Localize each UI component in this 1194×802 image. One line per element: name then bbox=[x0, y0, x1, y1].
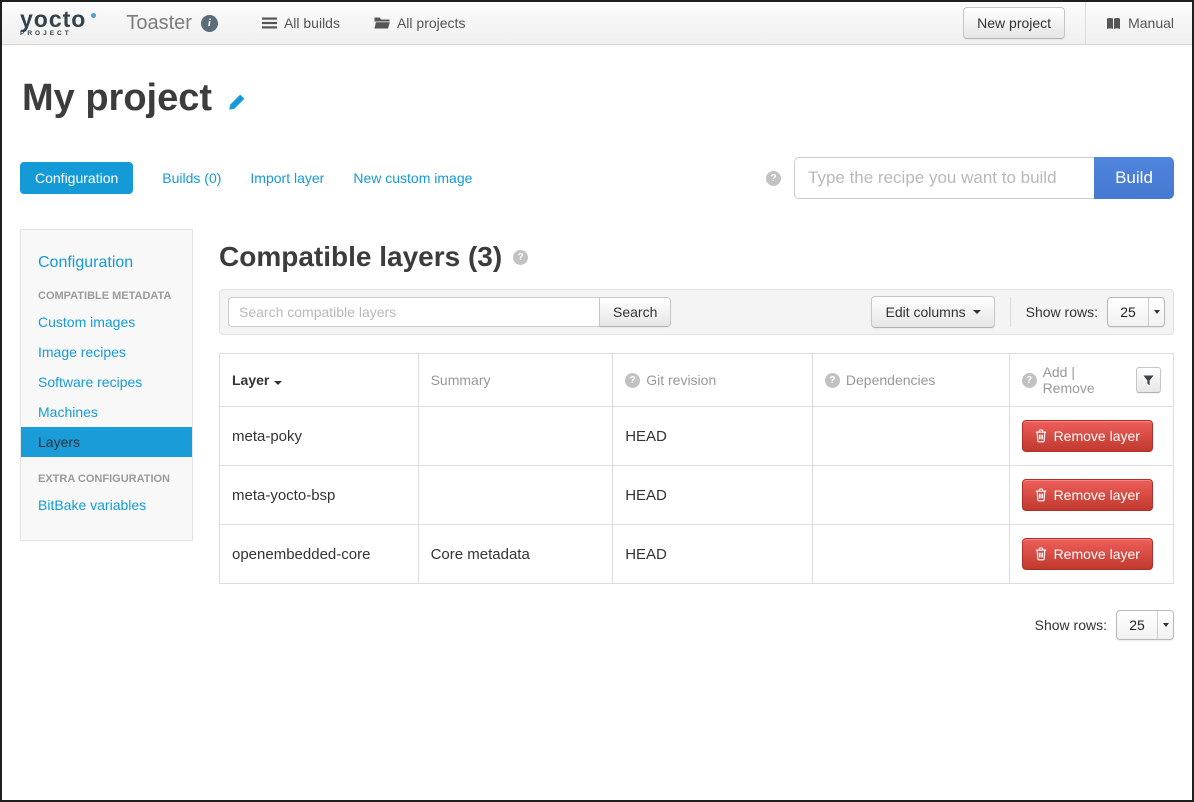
column-header-layer[interactable]: Layer bbox=[220, 354, 419, 407]
help-icon[interactable]: ? bbox=[1022, 373, 1037, 388]
git-revision-cell: HEAD bbox=[613, 466, 813, 525]
toolbar-divider bbox=[1010, 297, 1011, 327]
page-title-row: My project bbox=[22, 77, 1174, 120]
dependencies-cell bbox=[812, 466, 1009, 525]
table-toolbar: Search Edit columns Show rows: 25 bbox=[219, 289, 1174, 335]
search-button[interactable]: Search bbox=[599, 297, 671, 327]
show-rows-label: Show rows: bbox=[1026, 304, 1098, 320]
yocto-logo[interactable]: yocto PROJECT bbox=[20, 10, 96, 37]
show-rows-select[interactable]: 25 bbox=[1107, 297, 1165, 327]
sidebar-section-compatible-metadata: COMPATIBLE METADATA bbox=[21, 274, 192, 307]
table-row: meta-yocto-bsp HEAD bbox=[220, 466, 1174, 525]
dependencies-cell bbox=[812, 407, 1009, 466]
trash-icon bbox=[1035, 429, 1047, 443]
config-sidebar: Configuration COMPATIBLE METADATA Custom… bbox=[20, 229, 193, 541]
column-header-git-revision: ?Git revision bbox=[613, 354, 813, 407]
table-row: openembedded-core Core metadata HEAD bbox=[220, 525, 1174, 584]
edit-pencil-icon[interactable] bbox=[227, 93, 246, 112]
search-input[interactable] bbox=[228, 297, 600, 327]
logo-dot-icon bbox=[91, 13, 96, 18]
logo-subtext: PROJECT bbox=[20, 30, 72, 37]
layer-name-cell[interactable]: meta-poky bbox=[220, 407, 419, 466]
sidebar-item-software-recipes[interactable]: Software recipes bbox=[21, 367, 192, 397]
book-icon bbox=[1106, 17, 1121, 30]
summary-cell: Core metadata bbox=[418, 525, 613, 584]
sidebar-item-image-recipes[interactable]: Image recipes bbox=[21, 337, 192, 367]
build-form: ? Build bbox=[766, 157, 1174, 199]
app-name: Toaster bbox=[126, 12, 192, 35]
sidebar-item-configuration[interactable]: Configuration bbox=[21, 246, 192, 274]
page-title: My project bbox=[22, 77, 212, 120]
nav-all-projects-label: All projects bbox=[397, 15, 465, 31]
list-icon bbox=[262, 17, 277, 29]
layer-name-cell[interactable]: meta-yocto-bsp bbox=[220, 466, 419, 525]
dependencies-cell bbox=[812, 525, 1009, 584]
layer-name-cell[interactable]: openembedded-core bbox=[220, 525, 419, 584]
tab-builds[interactable]: Builds (0) bbox=[162, 170, 221, 186]
trash-icon bbox=[1035, 547, 1047, 561]
caret-down-icon bbox=[973, 310, 981, 314]
tab-configuration[interactable]: Configuration bbox=[20, 162, 133, 194]
sort-caret-icon bbox=[274, 381, 282, 385]
sidebar-item-bitbake-variables[interactable]: BitBake variables bbox=[21, 490, 192, 520]
show-rows-select[interactable]: 25 bbox=[1116, 610, 1174, 640]
chevron-down-icon bbox=[1157, 611, 1173, 639]
filter-icon bbox=[1143, 375, 1154, 386]
sidebar-item-custom-images[interactable]: Custom images bbox=[21, 307, 192, 337]
navbar-divider bbox=[1085, 2, 1086, 45]
sidebar-item-machines[interactable]: Machines bbox=[21, 397, 192, 427]
remove-layer-button[interactable]: Remove layer bbox=[1022, 538, 1153, 570]
section-title: Compatible layers (3) bbox=[219, 241, 502, 273]
logo-text: yocto bbox=[20, 10, 86, 29]
summary-cell bbox=[418, 407, 613, 466]
new-project-button[interactable]: New project bbox=[963, 7, 1065, 39]
nav-manual[interactable]: Manual bbox=[1106, 15, 1174, 31]
tab-new-custom-image[interactable]: New custom image bbox=[353, 170, 472, 186]
info-icon[interactable]: i bbox=[201, 15, 218, 32]
help-icon[interactable]: ? bbox=[766, 171, 781, 186]
tab-import-layer[interactable]: Import layer bbox=[250, 170, 324, 186]
remove-layer-button[interactable]: Remove layer bbox=[1022, 420, 1153, 452]
table-header-row: Layer Summary ?Git revision ?Dependencie… bbox=[220, 354, 1174, 407]
git-revision-cell: HEAD bbox=[613, 525, 813, 584]
main-panel: Compatible layers (3) ? Search Edit colu… bbox=[219, 229, 1174, 640]
folder-icon bbox=[374, 17, 390, 29]
table-row: meta-poky HEAD bbox=[220, 407, 1174, 466]
edit-columns-button[interactable]: Edit columns bbox=[871, 296, 994, 328]
trash-icon bbox=[1035, 488, 1047, 502]
sidebar-item-layers[interactable]: Layers bbox=[21, 427, 192, 457]
column-header-add-remove: ? Add | Remove bbox=[1009, 354, 1173, 407]
remove-layer-button[interactable]: Remove layer bbox=[1022, 479, 1153, 511]
help-icon[interactable]: ? bbox=[513, 250, 528, 265]
help-icon[interactable]: ? bbox=[625, 373, 640, 388]
show-rows-label: Show rows: bbox=[1035, 617, 1107, 633]
build-button[interactable]: Build bbox=[1094, 157, 1174, 199]
build-recipe-input[interactable] bbox=[794, 157, 1094, 199]
nav-all-builds-label: All builds bbox=[284, 15, 340, 31]
tabs-row: Configuration Builds (0) Import layer Ne… bbox=[20, 157, 1174, 199]
top-navbar: yocto PROJECT Toaster i All builds All p… bbox=[2, 2, 1192, 45]
nav-all-projects[interactable]: All projects bbox=[374, 15, 465, 31]
filter-button[interactable] bbox=[1136, 367, 1161, 393]
app-window: yocto PROJECT Toaster i All builds All p… bbox=[0, 0, 1194, 802]
column-header-dependencies: ?Dependencies bbox=[812, 354, 1009, 407]
git-revision-cell: HEAD bbox=[613, 407, 813, 466]
chevron-down-icon bbox=[1148, 298, 1164, 326]
section-title-row: Compatible layers (3) ? bbox=[219, 241, 1174, 273]
summary-cell bbox=[418, 466, 613, 525]
help-icon[interactable]: ? bbox=[825, 373, 840, 388]
nav-manual-label: Manual bbox=[1128, 15, 1174, 31]
nav-all-builds[interactable]: All builds bbox=[262, 15, 340, 31]
table-footer: Show rows: 25 bbox=[219, 610, 1174, 640]
column-header-summary: Summary bbox=[418, 354, 613, 407]
page-content: My project Configuration Builds (0) Impo… bbox=[2, 77, 1192, 640]
sidebar-section-extra-configuration: EXTRA CONFIGURATION bbox=[21, 457, 192, 490]
project-tabs: Configuration Builds (0) Import layer Ne… bbox=[20, 162, 472, 194]
compatible-layers-table: Layer Summary ?Git revision ?Dependencie… bbox=[219, 353, 1174, 584]
